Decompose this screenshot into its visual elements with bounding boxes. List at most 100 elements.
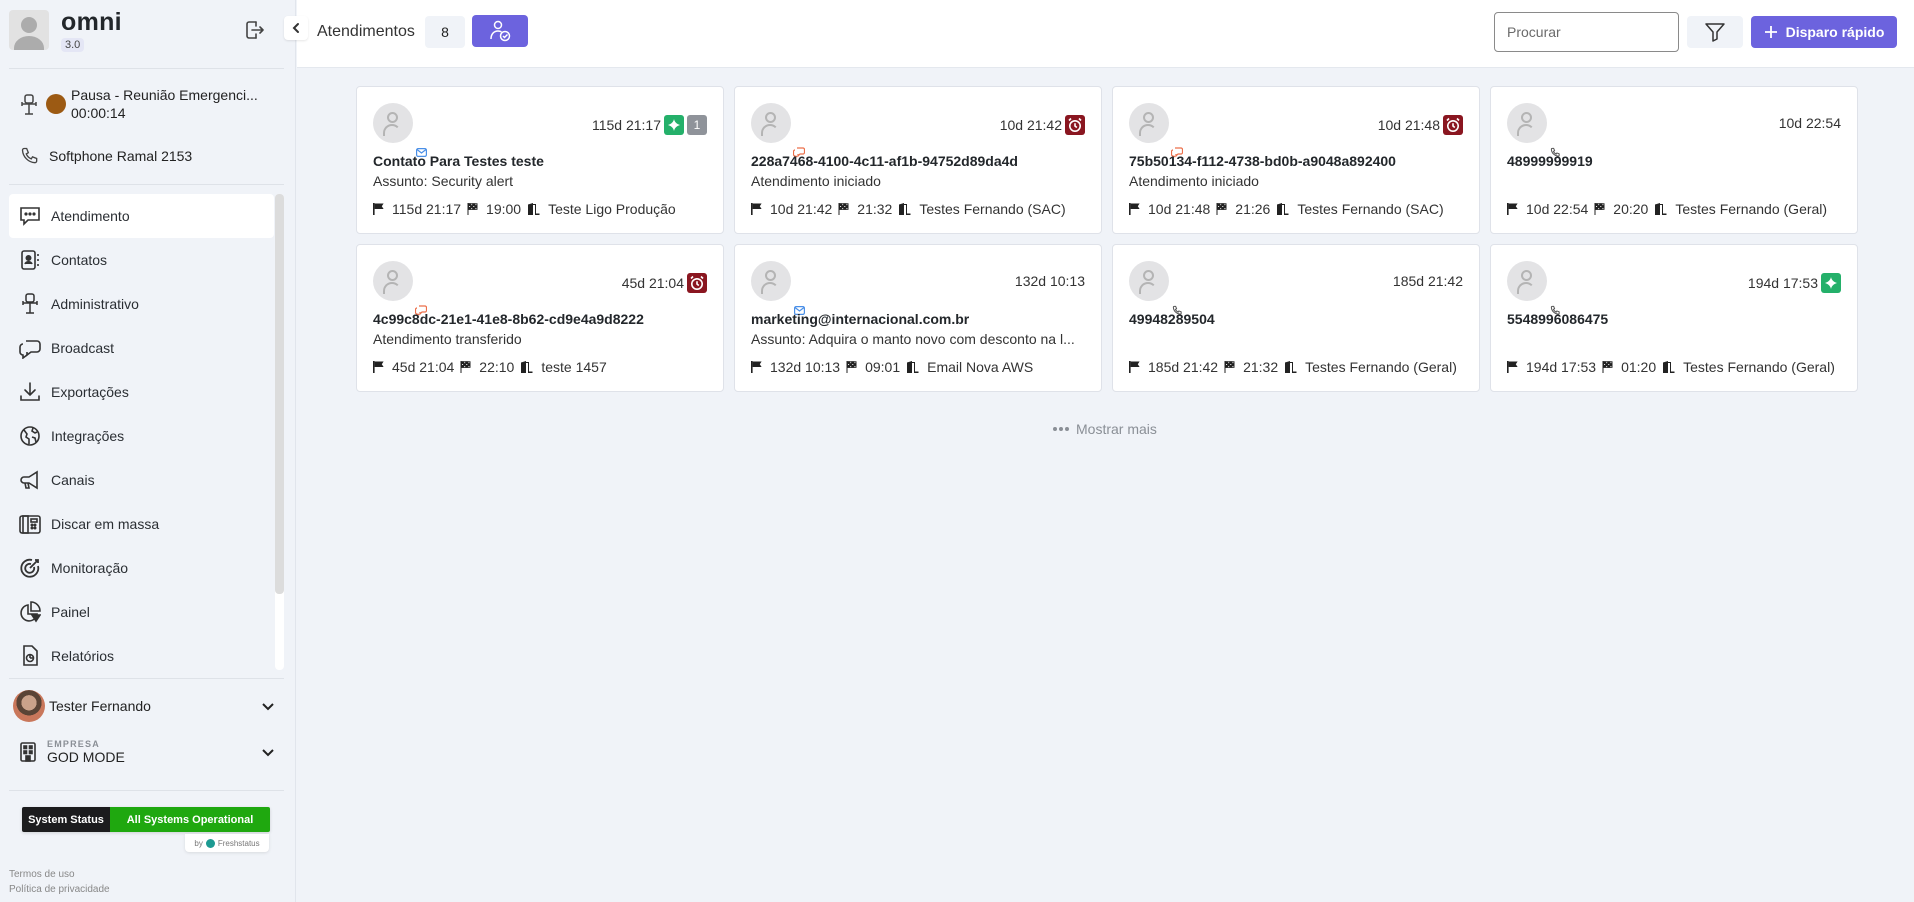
attendance-card[interactable]: 45d 21:04 4c99c8dc-21e1-41e8-8b62-cd9e4a… [356, 244, 724, 392]
attendance-card[interactable]: 10d 21:48 75b50134-f112-4738-bd0b-a9048a… [1112, 86, 1480, 234]
queue-name: Testes Fernando (SAC) [919, 201, 1066, 217]
checkered-flag-icon [460, 361, 475, 373]
pie-chart-icon [19, 601, 41, 623]
sidebar-item-label: Painel [51, 604, 90, 620]
user-name: Tester Fernando [49, 698, 151, 714]
search-input[interactable] [1494, 12, 1679, 52]
filter-button[interactable] [1687, 16, 1743, 48]
assigned-to-me-button[interactable] [472, 15, 528, 47]
sidebar-item-broadcast[interactable]: Broadcast [9, 326, 274, 370]
privacy-link[interactable]: Política de privacidade [9, 882, 110, 897]
sidebar-item-integracoes[interactable]: Integrações [9, 414, 274, 458]
freshstatus-credit[interactable]: by Freshstatus [185, 834, 269, 852]
elapsed-time: 10d 21:42 [999, 117, 1062, 133]
chevron-left-icon [292, 23, 299, 33]
door-icon [1284, 361, 1301, 373]
sidebar-item-label: Canais [51, 472, 95, 488]
elapsed-time: 132d 10:13 [1014, 273, 1085, 289]
sidebar-item-canais[interactable]: Canais [9, 458, 274, 502]
queue-name: Teste Ligo Produção [548, 201, 676, 217]
sidebar-item-atendimento[interactable]: Atendimento [9, 194, 274, 238]
checkered-flag-icon [1224, 361, 1239, 373]
attendance-card[interactable]: 185d 21:42 49948289504 185d 21:42 21:32 … [1112, 244, 1480, 392]
card-meta: 194d 17:53 01:20 Testes Fernando (Geral) [1507, 359, 1841, 375]
contact-avatar [373, 261, 430, 319]
sidebar-scrollbar[interactable] [275, 194, 284, 670]
page-title: Atendimentos [317, 23, 415, 40]
started-time: 194d 17:53 [1526, 359, 1597, 375]
system-status-badge[interactable]: System Status All Systems Operational [22, 807, 270, 832]
show-more-button[interactable]: Mostrar mais [1052, 421, 1157, 437]
sidebar-item-label: Administrativo [51, 296, 139, 312]
unread-count-badge: 1 [687, 115, 707, 135]
checkered-flag-icon [1216, 203, 1231, 215]
freshstatus-logo-icon [205, 838, 215, 848]
started-time: 10d 21:48 [1148, 201, 1211, 217]
door-icon [527, 203, 544, 215]
attendance-card[interactable]: 194d 17:53 5548996086475 194d 17:53 01:2… [1490, 244, 1858, 392]
collapse-sidebar-button[interactable] [284, 16, 308, 40]
attendance-card[interactable]: 132d 10:13 marketing@internacional.com.b… [734, 244, 1102, 392]
scrollbar-thumb[interactable] [275, 194, 284, 594]
sidebar-item-contatos[interactable]: Contatos [9, 238, 274, 282]
attendance-card[interactable]: 115d 21:17 1 Contato Para Testes teste A… [356, 86, 724, 234]
footer-links: Termos de uso Política de privacidade [9, 867, 110, 897]
contact-card-icon [19, 249, 41, 271]
user-menu[interactable]: Tester Fernando [13, 690, 278, 722]
company-selector[interactable]: EMPRESA GOD MODE [20, 739, 278, 765]
sidebar-item-label: Contatos [51, 252, 108, 268]
sidebar-item-label: Exportações [51, 384, 129, 400]
sidebar-item-label: Integrações [51, 428, 125, 444]
last-message: Assunto: Security alert [373, 173, 514, 189]
divider [9, 184, 284, 185]
sidebar-nav: Atendimento Contatos Administrativo Broa… [9, 194, 274, 670]
sidebar-item-label: Broadcast [51, 340, 115, 356]
brand-name: omni [61, 8, 122, 36]
sidebar-item-administrativo[interactable]: Administrativo [9, 282, 274, 326]
queue-name: Testes Fernando (SAC) [1297, 201, 1444, 217]
chat-bubbles-icon [19, 337, 41, 359]
elapsed-time: 45d 21:04 [621, 275, 684, 291]
door-icon [1654, 203, 1671, 215]
sidebar-item-exportacoes[interactable]: Exportações [9, 370, 274, 414]
flag-icon [1129, 203, 1144, 215]
sidebar-item-relatorios[interactable]: Relatórios [9, 634, 274, 670]
quick-dispatch-button[interactable]: Disparo rápido [1751, 16, 1897, 48]
last-message: Atendimento iniciado [1129, 173, 1259, 189]
started-time: 45d 21:04 [392, 359, 455, 375]
started-time: 10d 21:42 [770, 201, 833, 217]
contact-avatar [1129, 261, 1186, 319]
attendance-card[interactable]: 10d 21:42 228a7468-4100-4c11-af1b-94752d… [734, 86, 1102, 234]
queue-name: Testes Fernando (Geral) [1683, 359, 1835, 375]
door-icon [898, 203, 915, 215]
sidebar-item-painel[interactable]: Painel [9, 590, 274, 634]
sidebar-item-discar-em-massa[interactable]: Discar em massa [9, 502, 274, 546]
contact-avatar [751, 103, 808, 161]
started-time: 10d 22:54 [1526, 201, 1589, 217]
contact-name: marketing@internacional.com.br [751, 311, 970, 327]
logout-icon[interactable] [242, 18, 266, 42]
user-check-icon [490, 20, 511, 42]
flag-icon [751, 361, 766, 373]
attendance-card[interactable]: 10d 22:54 48999999919 10d 22:54 20:20 Te… [1490, 86, 1858, 234]
finish-time: 19:00 [486, 201, 522, 217]
contact-name: 4c99c8dc-21e1-41e8-8b62-cd9e4a9d8222 [373, 311, 644, 327]
sidebar-item-monitoracao[interactable]: Monitoração [9, 546, 274, 590]
contact-avatar [373, 103, 430, 161]
flag-icon [751, 203, 766, 215]
finish-time: 21:32 [1243, 359, 1279, 375]
softphone-label: Softphone Ramal 2153 [49, 148, 193, 164]
terms-link[interactable]: Termos de uso [9, 867, 110, 882]
attendance-cards: 115d 21:17 1 Contato Para Testes teste A… [356, 86, 1860, 392]
quick-dispatch-label: Disparo rápido [1785, 24, 1885, 40]
checkered-flag-icon [467, 203, 482, 215]
plus-icon [1764, 26, 1777, 38]
status-color-dot [46, 94, 66, 114]
divider [9, 68, 284, 69]
contact-name: 228a7468-4100-4c11-af1b-94752d89da4d [751, 153, 1018, 169]
agent-status[interactable]: Pausa - Reunião Emergenci... 00:00:14 [20, 86, 258, 122]
new-sparkle-icon [1821, 273, 1841, 293]
softphone[interactable]: Softphone Ramal 2153 [20, 146, 192, 166]
show-more-label: Mostrar mais [1076, 421, 1157, 437]
chat-dots-icon [19, 205, 41, 227]
